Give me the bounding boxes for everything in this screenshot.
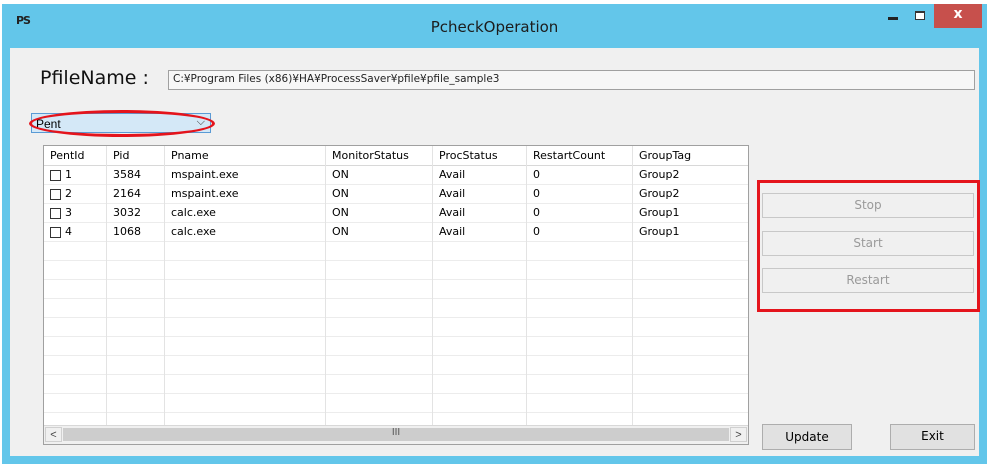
monitorstatus-cell: ON [326,222,433,241]
table-row[interactable]: 2 2164 mspaint.exe ON Avail 0 Group2 [44,184,748,204]
pentid-cell: 3 [44,203,107,222]
scrollbar-grip-icon: III [391,427,401,438]
pid-cell: 1068 [107,222,165,241]
column-header-restartcount[interactable]: RestartCount [527,146,633,165]
table-row[interactable]: 3 3032 calc.exe ON Avail 0 Group1 [44,203,748,223]
empty-row [44,260,748,280]
grouptag-cell: Group1 [639,206,680,219]
procstatus-cell: Avail [433,203,527,222]
minimize-button[interactable] [878,4,906,28]
column-header-pid[interactable]: Pid [107,146,165,165]
grouptag-cell: Group2 [639,168,680,181]
pfile-name-label: PfileName : [40,67,149,89]
row-checkbox[interactable] [50,226,61,238]
pfile-name-field[interactable]: C:¥Program Files (x86)¥HA¥ProcessSaver¥p… [168,70,975,90]
empty-row [44,393,748,413]
entry-type-dropdown[interactable]: Pent ⌵ [31,113,211,133]
table-row[interactable]: 1 3584 mspaint.exe ON Avail 0 Group2 [44,165,748,185]
empty-row [44,279,748,299]
restartcount-cell: 0 [527,203,633,222]
pname-cell: mspaint.exe [165,184,326,203]
pid-cell: 3032 [107,203,165,222]
stop-button[interactable]: Stop [762,193,974,218]
exit-button[interactable]: Exit [890,424,975,450]
table-header: PentId Pid Pname MonitorStatus ProcStatu… [44,146,748,166]
maximize-button[interactable] [906,4,934,28]
pentid-cell: 1 [44,165,107,184]
restartcount-cell: 0 [527,184,633,203]
monitorstatus-cell: ON [326,184,433,203]
empty-row [44,374,748,394]
column-header-grouptag[interactable]: GroupTag [633,146,748,165]
empty-row [44,336,748,356]
empty-row [44,298,748,318]
procstatus-cell: Avail [433,184,527,203]
window-title: PcheckOperation [430,18,559,36]
pid-cell: 3584 [107,165,165,184]
process-table[interactable]: PentId Pid Pname MonitorStatus ProcStatu… [43,145,749,445]
monitorstatus-cell: ON [326,165,433,184]
restartcount-cell: 0 [527,165,633,184]
pname-cell: mspaint.exe [165,165,326,184]
start-button[interactable]: Start [762,231,974,256]
close-icon: x [953,6,963,22]
pcheck-operation-window: PS PcheckOperation x PfileName : C:¥Prog… [2,4,987,464]
chevron-down-icon: ⌵ [196,116,205,128]
row-checkbox[interactable] [50,207,61,219]
title-bar[interactable]: PS PcheckOperation x [2,4,987,48]
column-header-monitorstatus[interactable]: MonitorStatus [326,146,433,165]
client-area: PfileName : C:¥Program Files (x86)¥HA¥Pr… [10,48,980,456]
row-checkbox[interactable] [50,188,61,200]
column-header-pentid[interactable]: PentId [44,146,107,165]
column-header-procstatus[interactable]: ProcStatus [433,146,527,165]
restartcount-cell: 0 [527,222,633,241]
procstatus-cell: Avail [433,165,527,184]
scrollbar-thumb[interactable]: III [63,427,729,441]
column-header-pname[interactable]: Pname [165,146,326,165]
restart-button[interactable]: Restart [762,268,974,293]
grouptag-cell: Group2 [639,187,680,200]
pentid-cell: 2 [44,184,107,203]
monitorstatus-cell: ON [326,203,433,222]
grouptag-cell: Group1 [639,225,680,238]
pname-cell: calc.exe [165,222,326,241]
dropdown-selected-value: Pent [36,117,61,131]
table-row[interactable]: 4 1068 calc.exe ON Avail 0 Group1 [44,222,748,242]
horizontal-scrollbar[interactable]: < III > [44,425,748,444]
pid-cell: 2164 [107,184,165,203]
row-checkbox[interactable] [50,169,61,181]
scroll-left-button[interactable]: < [45,427,62,442]
empty-row [44,241,748,261]
empty-row [44,317,748,337]
update-button[interactable]: Update [762,424,852,450]
scroll-right-button[interactable]: > [730,427,747,442]
empty-row [44,355,748,375]
pname-cell: calc.exe [165,203,326,222]
close-button[interactable]: x [934,4,982,28]
pentid-cell: 4 [44,222,107,241]
procstatus-cell: Avail [433,222,527,241]
